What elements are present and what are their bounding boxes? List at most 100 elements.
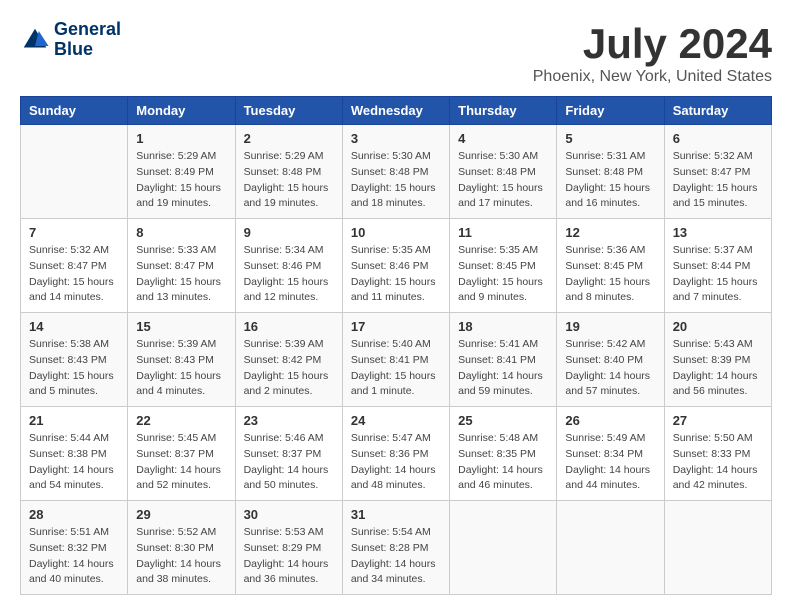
day-number: 11 xyxy=(458,225,548,240)
page-header: General Blue July 2024 Phoenix, New York… xyxy=(20,20,772,86)
cell-info: Sunrise: 5:34 AM Sunset: 8:46 PM Dayligh… xyxy=(244,243,334,306)
day-number: 9 xyxy=(244,225,334,240)
cell-info: Sunrise: 5:54 AM Sunset: 8:28 PM Dayligh… xyxy=(351,525,441,588)
day-number: 13 xyxy=(673,225,763,240)
column-header-wednesday: Wednesday xyxy=(342,97,449,125)
column-header-friday: Friday xyxy=(557,97,664,125)
calendar-cell: 4 Sunrise: 5:30 AM Sunset: 8:48 PM Daylig… xyxy=(450,125,557,219)
cell-info: Sunrise: 5:49 AM Sunset: 8:34 PM Dayligh… xyxy=(565,431,655,494)
calendar-cell: 16 Sunrise: 5:39 AM Sunset: 8:42 PM Dayli… xyxy=(235,313,342,407)
calendar-cell: 14 Sunrise: 5:38 AM Sunset: 8:43 PM Dayli… xyxy=(21,313,128,407)
day-number: 31 xyxy=(351,507,441,522)
calendar-cell xyxy=(21,125,128,219)
calendar-cell: 21Sunrise: 5:44 AM Sunset: 8:38 PM Dayli… xyxy=(21,407,128,501)
column-header-sunday: Sunday xyxy=(21,97,128,125)
calendar-cell: 24Sunrise: 5:47 AM Sunset: 8:36 PM Dayli… xyxy=(342,407,449,501)
cell-info: Sunrise: 5:38 AM Sunset: 8:43 PM Dayligh… xyxy=(29,337,119,400)
calendar-cell: 8Sunrise: 5:33 AM Sunset: 8:47 PM Daylig… xyxy=(128,219,235,313)
cell-info: Sunrise: 5:35 AM Sunset: 8:45 PM Dayligh… xyxy=(458,243,548,306)
column-header-saturday: Saturday xyxy=(664,97,771,125)
calendar-cell xyxy=(664,501,771,595)
cell-info: Sunrise: 5:53 AM Sunset: 8:29 PM Dayligh… xyxy=(244,525,334,588)
subtitle: Phoenix, New York, United States xyxy=(533,68,772,86)
day-number: 6 xyxy=(673,131,763,146)
day-number: 10 xyxy=(351,225,441,240)
calendar-cell: 27Sunrise: 5:50 AM Sunset: 8:33 PM Dayli… xyxy=(664,407,771,501)
day-number: 3 xyxy=(351,131,441,146)
cell-info: Sunrise: 5:32 AM Sunset: 8:47 PM Dayligh… xyxy=(673,149,763,212)
cell-info: Sunrise: 5:46 AM Sunset: 8:37 PM Dayligh… xyxy=(244,431,334,494)
cell-info: Sunrise: 5:43 AM Sunset: 8:39 PM Dayligh… xyxy=(673,337,763,400)
calendar-cell: 25Sunrise: 5:48 AM Sunset: 8:35 PM Dayli… xyxy=(450,407,557,501)
day-number: 17 xyxy=(351,319,441,334)
column-header-thursday: Thursday xyxy=(450,97,557,125)
cell-info: Sunrise: 5:29 AM Sunset: 8:49 PM Dayligh… xyxy=(136,149,226,212)
cell-info: Sunrise: 5:50 AM Sunset: 8:33 PM Dayligh… xyxy=(673,431,763,494)
calendar-cell: 15Sunrise: 5:39 AM Sunset: 8:43 PM Dayli… xyxy=(128,313,235,407)
calendar-week-row: 7Sunrise: 5:32 AM Sunset: 8:47 PM Daylig… xyxy=(21,219,772,313)
day-number: 1 xyxy=(136,131,226,146)
cell-info: Sunrise: 5:41 AM Sunset: 8:41 PM Dayligh… xyxy=(458,337,548,400)
cell-info: Sunrise: 5:31 AM Sunset: 8:48 PM Dayligh… xyxy=(565,149,655,212)
column-header-monday: Monday xyxy=(128,97,235,125)
column-header-tuesday: Tuesday xyxy=(235,97,342,125)
calendar-cell: 5 Sunrise: 5:31 AM Sunset: 8:48 PM Daylig… xyxy=(557,125,664,219)
calendar-cell: 23 Sunrise: 5:46 AM Sunset: 8:37 PM Dayli… xyxy=(235,407,342,501)
day-number: 23 xyxy=(244,413,334,428)
calendar-cell: 13 Sunrise: 5:37 AM Sunset: 8:44 PM Dayli… xyxy=(664,219,771,313)
day-number: 28 xyxy=(29,507,119,522)
day-number: 14 xyxy=(29,319,119,334)
cell-info: Sunrise: 5:39 AM Sunset: 8:42 PM Dayligh… xyxy=(244,337,334,400)
day-number: 2 xyxy=(244,131,334,146)
day-number: 22 xyxy=(136,413,226,428)
cell-info: Sunrise: 5:52 AM Sunset: 8:30 PM Dayligh… xyxy=(136,525,226,588)
calendar-cell: 18 Sunrise: 5:41 AM Sunset: 8:41 PM Dayli… xyxy=(450,313,557,407)
calendar-week-row: 1 Sunrise: 5:29 AM Sunset: 8:49 PM Daylig… xyxy=(21,125,772,219)
cell-info: Sunrise: 5:37 AM Sunset: 8:44 PM Dayligh… xyxy=(673,243,763,306)
calendar-cell: 3 Sunrise: 5:30 AM Sunset: 8:48 PM Daylig… xyxy=(342,125,449,219)
main-title: July 2024 xyxy=(533,20,772,68)
calendar-cell: 29 Sunrise: 5:52 AM Sunset: 8:30 PM Dayli… xyxy=(128,501,235,595)
calendar-week-row: 28Sunrise: 5:51 AM Sunset: 8:32 PM Dayli… xyxy=(21,501,772,595)
cell-info: Sunrise: 5:42 AM Sunset: 8:40 PM Dayligh… xyxy=(565,337,655,400)
cell-info: Sunrise: 5:39 AM Sunset: 8:43 PM Dayligh… xyxy=(136,337,226,400)
day-number: 30 xyxy=(244,507,334,522)
calendar-cell: 30 Sunrise: 5:53 AM Sunset: 8:29 PM Dayli… xyxy=(235,501,342,595)
cell-info: Sunrise: 5:45 AM Sunset: 8:37 PM Dayligh… xyxy=(136,431,226,494)
day-number: 16 xyxy=(244,319,334,334)
title-section: July 2024 Phoenix, New York, United Stat… xyxy=(533,20,772,86)
logo-line2: Blue xyxy=(54,40,121,60)
calendar-cell: 31 Sunrise: 5:54 AM Sunset: 8:28 PM Dayli… xyxy=(342,501,449,595)
calendar-cell: 12 Sunrise: 5:36 AM Sunset: 8:45 PM Dayli… xyxy=(557,219,664,313)
logo-text: General Blue xyxy=(54,20,121,60)
calendar-cell: 6 Sunrise: 5:32 AM Sunset: 8:47 PM Daylig… xyxy=(664,125,771,219)
day-number: 20 xyxy=(673,319,763,334)
cell-info: Sunrise: 5:29 AM Sunset: 8:48 PM Dayligh… xyxy=(244,149,334,212)
calendar-cell: 9 Sunrise: 5:34 AM Sunset: 8:46 PM Daylig… xyxy=(235,219,342,313)
calendar-cell: 2 Sunrise: 5:29 AM Sunset: 8:48 PM Daylig… xyxy=(235,125,342,219)
cell-info: Sunrise: 5:40 AM Sunset: 8:41 PM Dayligh… xyxy=(351,337,441,400)
cell-info: Sunrise: 5:33 AM Sunset: 8:47 PM Dayligh… xyxy=(136,243,226,306)
day-number: 5 xyxy=(565,131,655,146)
calendar-week-row: 14 Sunrise: 5:38 AM Sunset: 8:43 PM Dayli… xyxy=(21,313,772,407)
calendar-cell: 10 Sunrise: 5:35 AM Sunset: 8:46 PM Dayli… xyxy=(342,219,449,313)
calendar-cell: 22 Sunrise: 5:45 AM Sunset: 8:37 PM Dayli… xyxy=(128,407,235,501)
calendar-cell: 26 Sunrise: 5:49 AM Sunset: 8:34 PM Dayli… xyxy=(557,407,664,501)
day-number: 4 xyxy=(458,131,548,146)
logo-icon xyxy=(20,25,50,55)
calendar-week-row: 21Sunrise: 5:44 AM Sunset: 8:38 PM Dayli… xyxy=(21,407,772,501)
day-number: 12 xyxy=(565,225,655,240)
calendar-cell: 1 Sunrise: 5:29 AM Sunset: 8:49 PM Daylig… xyxy=(128,125,235,219)
calendar-table: SundayMondayTuesdayWednesdayThursdayFrid… xyxy=(20,96,772,595)
day-number: 24 xyxy=(351,413,441,428)
cell-info: Sunrise: 5:35 AM Sunset: 8:46 PM Dayligh… xyxy=(351,243,441,306)
day-number: 26 xyxy=(565,413,655,428)
calendar-cell: 11 Sunrise: 5:35 AM Sunset: 8:45 PM Dayli… xyxy=(450,219,557,313)
calendar-cell xyxy=(557,501,664,595)
cell-info: Sunrise: 5:30 AM Sunset: 8:48 PM Dayligh… xyxy=(351,149,441,212)
cell-info: Sunrise: 5:36 AM Sunset: 8:45 PM Dayligh… xyxy=(565,243,655,306)
cell-info: Sunrise: 5:30 AM Sunset: 8:48 PM Dayligh… xyxy=(458,149,548,212)
day-number: 29 xyxy=(136,507,226,522)
day-number: 18 xyxy=(458,319,548,334)
calendar-cell: 7Sunrise: 5:32 AM Sunset: 8:47 PM Daylig… xyxy=(21,219,128,313)
